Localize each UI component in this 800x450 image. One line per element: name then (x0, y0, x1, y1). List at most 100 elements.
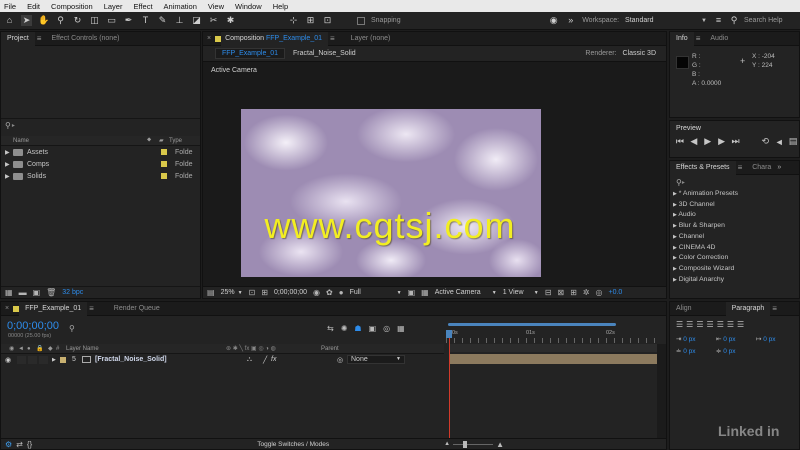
next-frame-icon[interactable]: ▶ (716, 136, 728, 147)
tab-character[interactable]: Chara (746, 161, 777, 175)
transfer-icon[interactable]: ⇄ (16, 440, 23, 449)
timeline-icon[interactable]: ⊞ (570, 288, 577, 297)
stamp-icon[interactable]: ⊥ (174, 15, 185, 26)
rotate-icon[interactable]: ↻ (72, 15, 83, 26)
menu-edit[interactable]: Edit (27, 2, 40, 11)
viewer-timecode[interactable]: 0;00;00;00 (274, 289, 307, 296)
solo-switch-icon[interactable]: ● (27, 346, 36, 352)
pen-icon[interactable]: ✒ (123, 15, 134, 26)
justify-all-icon[interactable]: ☰ (737, 320, 744, 329)
fractal-noise-canvas[interactable] (241, 109, 541, 277)
parent-select[interactable]: None ▼ (347, 355, 405, 364)
region-icon[interactable]: ⊞ (261, 288, 268, 297)
audio-switch-icon[interactable]: ◄ (18, 346, 27, 352)
list-item[interactable]: ▶ Blur & Sharpen (673, 221, 799, 232)
fit-icon[interactable]: ⊡ (249, 288, 256, 297)
col-layer-name[interactable]: Layer Name (66, 346, 226, 352)
views-select[interactable]: 1 View ▼ (503, 289, 539, 296)
tab-timeline-comp[interactable]: FFP_Example_01 (19, 301, 88, 316)
pickwhip-icon[interactable]: ◎ (337, 356, 347, 364)
zoom-slider-thumb[interactable] (463, 440, 468, 448)
eraser-icon[interactable]: ◪ (191, 15, 202, 26)
loop-icon[interactable]: ⟲ (759, 136, 771, 147)
space-before-field[interactable]: ≐ 0 px (676, 347, 716, 355)
graph-editor-icon[interactable]: ▦ (397, 324, 405, 333)
zoom-select[interactable]: 25% ▼ (221, 289, 243, 296)
flowchart-icon[interactable]: ✲ (583, 288, 590, 297)
expand-triangle-icon[interactable]: ▶ (5, 161, 13, 168)
table-row[interactable]: ◉ ▶ 5 [Fractal_Noise_Solid] ⛬ ╱ fx ◎ Non… (1, 354, 444, 365)
comp-settings-icon[interactable]: ⚙ (5, 440, 12, 449)
snapping-checkbox[interactable] (357, 16, 365, 25)
zoom-in-icon[interactable]: ▲ (496, 440, 504, 449)
menu-view[interactable]: View (208, 2, 224, 11)
justify-left-icon[interactable]: ☰ (707, 320, 714, 329)
renderer-value[interactable]: Classic 3D (623, 50, 656, 57)
layer-name[interactable]: [Fractal_Noise_Solid] (95, 356, 247, 363)
list-item[interactable]: ▶ Solids Folde (1, 170, 200, 182)
camera-icon[interactable]: ◫ (89, 15, 100, 26)
axis-local-icon[interactable]: ⊞ (305, 15, 316, 26)
layer-switch-quality-icon[interactable]: ╱ (263, 356, 271, 364)
close-icon[interactable]: × (1, 302, 13, 316)
roto-icon[interactable]: ✂ (208, 15, 219, 26)
space-after-field[interactable]: ≑ 0 px (716, 347, 756, 355)
interpret-footage-icon[interactable]: ▦ (5, 288, 13, 297)
layer-switch-fx-icon[interactable]: fx (271, 356, 337, 363)
panel-menu-icon[interactable]: ≡ (89, 304, 94, 313)
panel-menu-icon[interactable]: ≡ (696, 34, 701, 43)
frame-blend-icon[interactable]: ▣ (369, 324, 377, 333)
video-switch-icon[interactable]: ◉ (9, 345, 18, 352)
transparency-grid-icon[interactable]: ▦ (421, 288, 429, 297)
toggle-switches-modes[interactable]: Toggle Switches / Modes (257, 441, 329, 448)
delete-icon[interactable]: 🗑 (46, 288, 56, 297)
tab-effect-controls[interactable]: Effect Controls (none) (45, 32, 125, 46)
camera-select[interactable]: Active Camera ▼ (435, 289, 497, 296)
fast-preview-icon[interactable]: ⊠ (557, 288, 564, 297)
panel-menu-icon[interactable]: ≡ (37, 34, 42, 43)
workspace-chevron-icon[interactable]: ▼ (701, 18, 707, 24)
rect-icon[interactable]: ▭ (106, 15, 117, 26)
align-right-icon[interactable]: ☰ (696, 320, 703, 329)
menu-composition[interactable]: Composition (51, 2, 93, 11)
tab-effects-presets[interactable]: Effects & Presets (670, 160, 736, 175)
expand-icon[interactable]: » (565, 15, 576, 26)
list-item[interactable]: ▶ Assets Folde (1, 146, 200, 158)
resolution-select[interactable]: Full ▼ (350, 289, 402, 296)
indent-left-field[interactable]: ⇥ 0 px (676, 335, 716, 343)
bpc-button[interactable]: 32 bpc (62, 289, 83, 296)
timeline-scrollbar[interactable] (657, 344, 666, 438)
col-name[interactable]: Name (13, 138, 147, 144)
zoom-out-icon[interactable]: ▲ (444, 441, 450, 447)
shy-icon[interactable]: ☗ (354, 324, 361, 333)
effects-search[interactable]: ⚲ ▸ (670, 175, 799, 189)
list-item[interactable]: ▶ Digital Anarchy (673, 275, 799, 286)
col-parent[interactable]: Parent (321, 346, 339, 352)
menu-help[interactable]: Help (273, 2, 288, 11)
video-eye-icon[interactable]: ◉ (1, 356, 17, 364)
home-icon[interactable]: ⌂ (4, 15, 15, 26)
list-item[interactable]: ▶ CINEMA 4D (673, 243, 799, 254)
tab-composition[interactable]: Composition FFP_Example_01 (221, 31, 328, 46)
layer-label-swatch[interactable] (60, 356, 66, 363)
snapshot-icon[interactable]: ▤ (207, 288, 215, 297)
indent-first-field[interactable]: ↦ 0 px (756, 335, 796, 343)
subtab-comp[interactable]: FFP_Example_01 (215, 48, 286, 59)
vr-icon[interactable]: ◉ (548, 15, 559, 26)
audio-box[interactable] (17, 355, 26, 364)
exposure-reset-icon[interactable]: ◎ (596, 288, 603, 297)
audio-icon[interactable]: ◄ (773, 137, 785, 147)
brackets-icon[interactable]: {} (27, 440, 32, 449)
tab-render-queue[interactable]: Render Queue (108, 302, 166, 316)
motion-blur-icon[interactable]: ◎ (383, 324, 390, 333)
workspace-select[interactable]: Standard (625, 17, 695, 24)
justify-center-icon[interactable]: ☰ (717, 320, 724, 329)
align-left-icon[interactable]: ☰ (676, 320, 683, 329)
timeline-search-icon[interactable]: ⚲ (69, 324, 75, 333)
panel-menu-icon[interactable]: ≡ (772, 304, 777, 313)
layer-switch-shy-icon[interactable]: ⛬ (247, 356, 263, 364)
indent-right-field[interactable]: ⇤ 0 px (716, 335, 756, 343)
exposure-value[interactable]: +0.0 (608, 289, 622, 296)
prev-frame-icon[interactable]: ◀ (688, 136, 700, 147)
brush-icon[interactable]: ✎ (157, 15, 168, 26)
